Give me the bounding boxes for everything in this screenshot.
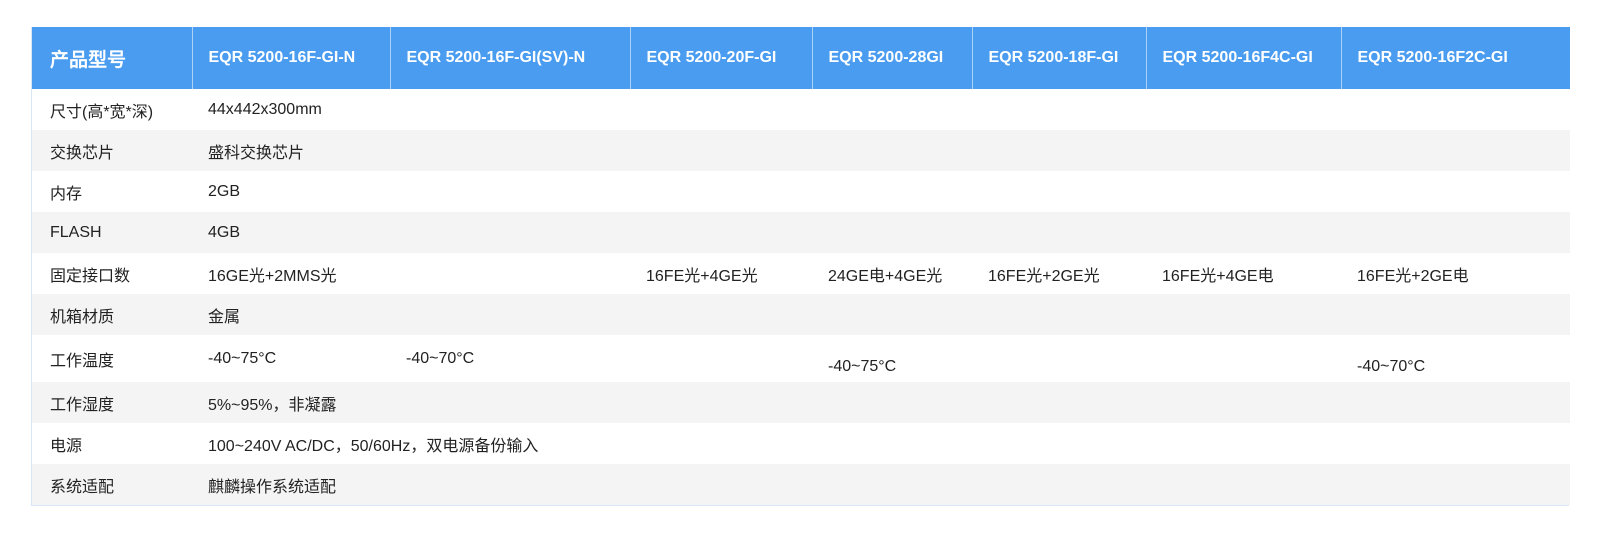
row-label: 工作湿度 <box>32 382 192 423</box>
humidity-value: 5%~95%，非凝露 <box>192 382 1570 423</box>
spec-table: 产品型号 EQR 5200-16F-GI-N EQR 5200-16F-GI(S… <box>32 27 1570 505</box>
row-label: FLASH <box>32 212 192 253</box>
header-row: 产品型号 EQR 5200-16F-GI-N EQR 5200-16F-GI(S… <box>32 27 1570 89</box>
row-temperature: 工作温度 -40~75°C -40~70°C -40~75°C -40~70°C <box>32 335 1570 382</box>
flash-value: 4GB <box>192 212 1570 253</box>
header-model-5: EQR 5200-18F-GI <box>972 27 1147 89</box>
memory-value: 2GB <box>192 171 1570 212</box>
row-chip: 交换芯片 盛科交换芯片 <box>32 130 1570 171</box>
row-label: 尺寸(高*宽*深) <box>32 89 192 130</box>
row-label: 电源 <box>32 423 192 464</box>
row-os: 系统适配 麒麟操作系统适配 <box>32 464 1570 505</box>
header-product-model: 产品型号 <box>32 27 193 89</box>
row-label: 固定接口数 <box>32 253 192 294</box>
row-label: 系统适配 <box>32 464 192 505</box>
size-value: 44x442x300mm <box>192 89 1570 130</box>
row-label: 机箱材质 <box>32 294 192 335</box>
ports-value: 16GE光+2MMS光 <box>192 253 630 294</box>
header-model-2: EQR 5200-16F-GI(SV)-N <box>390 27 631 89</box>
chassis-value: 金属 <box>192 294 1570 335</box>
header-model-4: EQR 5200-28GI <box>812 27 973 89</box>
row-label: 内存 <box>32 171 192 212</box>
row-size: 尺寸(高*宽*深) 44x442x300mm <box>32 89 1570 130</box>
ports-value: 24GE电+4GE光 <box>812 253 972 294</box>
temperature-value: -40~75°C <box>812 335 1341 382</box>
temperature-value: -40~70°C <box>390 335 812 382</box>
temperature-value: -40~70°C <box>1341 335 1570 382</box>
row-ports: 固定接口数 16GE光+2MMS光 16FE光+4GE光 24GE电+4GE光 … <box>32 253 1570 294</box>
header-model-7: EQR 5200-16F2C-GI <box>1341 27 1570 89</box>
header-model-1: EQR 5200-16F-GI-N <box>192 27 391 89</box>
header-model-3: EQR 5200-20F-GI <box>630 27 813 89</box>
ports-value: 16FE光+4GE电 <box>1146 253 1341 294</box>
row-label: 工作温度 <box>32 335 192 382</box>
header-model-6: EQR 5200-16F4C-GI <box>1146 27 1342 89</box>
chip-value: 盛科交换芯片 <box>192 130 1570 171</box>
row-flash: FLASH 4GB <box>32 212 1570 253</box>
ports-value: 16FE光+2GE电 <box>1341 253 1570 294</box>
power-value: 100~240V AC/DC，50/60Hz，双电源备份输入 <box>192 423 1570 464</box>
ports-value: 16FE光+4GE光 <box>630 253 812 294</box>
row-humidity: 工作湿度 5%~95%，非凝露 <box>32 382 1570 423</box>
os-value: 麒麟操作系统适配 <box>192 464 1570 505</box>
spec-table-container: 产品型号 EQR 5200-16F-GI-N EQR 5200-16F-GI(S… <box>31 27 1570 506</box>
row-label: 交换芯片 <box>32 130 192 171</box>
row-memory: 内存 2GB <box>32 171 1570 212</box>
row-chassis: 机箱材质 金属 <box>32 294 1570 335</box>
ports-value: 16FE光+2GE光 <box>972 253 1146 294</box>
row-power: 电源 100~240V AC/DC，50/60Hz，双电源备份输入 <box>32 423 1570 464</box>
temperature-value: -40~75°C <box>192 335 390 382</box>
